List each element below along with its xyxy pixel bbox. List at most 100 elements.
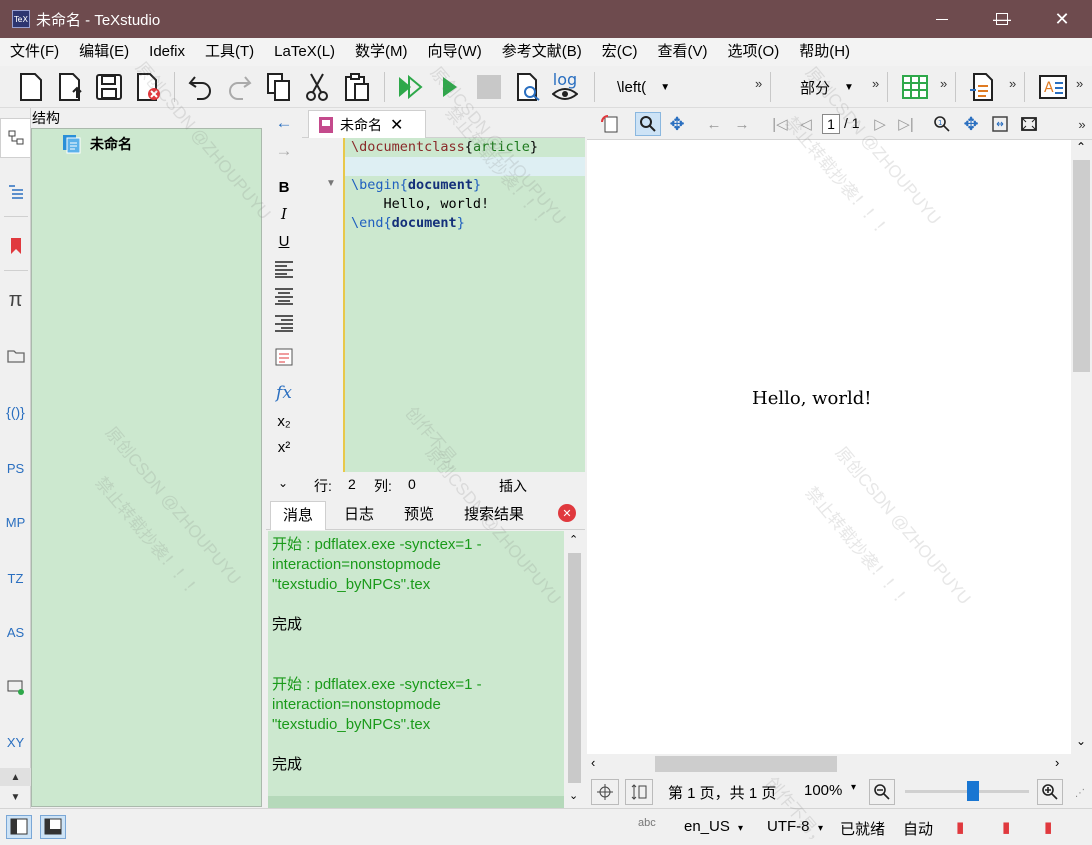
language-selector[interactable]: en_US <box>684 818 730 835</box>
bookmarks-panel-tab[interactable] <box>0 226 31 266</box>
scroll-down-icon[interactable]: ⌄ <box>1076 734 1086 748</box>
view-pdf-button[interactable] <box>512 70 546 104</box>
new-from-template-button[interactable] <box>54 70 88 104</box>
compile-button[interactable] <box>434 70 468 104</box>
asymptote-panel-tab[interactable]: AS <box>0 612 31 652</box>
bookmark-marker-icon[interactable]: ▮ <box>1044 818 1052 836</box>
bookmark-marker-icon[interactable]: ▮ <box>956 818 964 836</box>
forward-button[interactable]: → <box>266 138 302 164</box>
scroll-up-icon[interactable]: ⌃ <box>1076 140 1086 154</box>
close-button[interactable]: ✕ <box>1032 0 1092 38</box>
fullscreen-button[interactable] <box>1016 112 1042 136</box>
menu-options[interactable]: 选项(O) <box>718 38 790 66</box>
pdf-vertical-scrollbar[interactable]: ⌃ ⌄ <box>1071 140 1092 754</box>
back-button[interactable]: ← <box>266 110 302 136</box>
text-format-button[interactable]: A <box>1036 70 1070 104</box>
scroll-left-icon[interactable]: ‹ <box>591 755 595 770</box>
tab-preview[interactable]: 预览 <box>392 501 446 530</box>
toolbar-overflow-chevron[interactable]: » <box>755 76 762 91</box>
pdf-toolbar-overflow[interactable]: » <box>1069 112 1092 136</box>
new-file-button[interactable] <box>14 70 48 104</box>
dropdown-arrow-icon[interactable]: ▾ <box>738 823 743 834</box>
tab-log[interactable]: 日志 <box>332 501 386 530</box>
xypic-panel-tab[interactable]: XY <box>0 722 31 762</box>
pstricks-panel-tab[interactable]: PS <box>0 448 31 488</box>
fold-arrow-icon[interactable]: ▼ <box>326 178 336 189</box>
undo-button[interactable] <box>184 70 218 104</box>
dropdown-arrow-icon[interactable]: ▾ <box>818 823 823 834</box>
encoding-selector[interactable]: UTF-8 <box>767 818 810 835</box>
scroll-mode-button[interactable] <box>625 779 653 805</box>
close-panel-icon[interactable]: ✕ <box>558 504 576 522</box>
scrollbar-thumb[interactable] <box>1073 160 1090 372</box>
show-grid-button[interactable] <box>591 779 619 805</box>
underline-button[interactable]: U <box>266 228 302 254</box>
subscript-button[interactable]: x₂ <box>266 408 302 434</box>
close-file-button[interactable] <box>132 70 166 104</box>
math-mode-button[interactable]: fx <box>266 380 302 406</box>
align-center-button[interactable] <box>266 283 302 309</box>
maximize-button[interactable] <box>972 0 1032 38</box>
files-panel-tab[interactable] <box>0 336 31 376</box>
fit-width-button[interactable]: ✥ <box>958 112 984 136</box>
beamer-panel-tab[interactable] <box>0 668 31 708</box>
align-right-button[interactable] <box>266 310 302 336</box>
scrollbar-thumb[interactable] <box>655 756 837 772</box>
fit-page-button[interactable] <box>987 112 1013 136</box>
messages-scrollbar[interactable]: ⌃ ⌄ <box>564 531 585 808</box>
bookmark-marker-icon[interactable]: ▮ <box>1002 818 1010 836</box>
toggle-left-panel-button[interactable] <box>6 815 32 839</box>
resize-grip-icon[interactable]: ⋰ <box>1075 788 1085 799</box>
tab-messages[interactable]: 消息 <box>270 501 327 530</box>
new-line-button[interactable] <box>266 344 302 370</box>
menu-latex[interactable]: LaTeX(L) <box>264 38 345 66</box>
code-editor[interactable]: \documentclass{article} \begin{document}… <box>343 138 585 472</box>
menu-idefix[interactable]: Idefix <box>139 38 195 66</box>
pdf-page[interactable]: Hello, world! <box>587 140 1071 754</box>
tikz-panel-tab[interactable]: TZ <box>0 558 31 598</box>
zoom-slider-thumb[interactable] <box>967 781 980 801</box>
menu-file[interactable]: 文件(F) <box>0 38 69 66</box>
zoom-in-button[interactable] <box>1037 779 1063 805</box>
minimize-button[interactable] <box>912 0 972 38</box>
zoom-dropdown-icon[interactable]: ▾ <box>851 782 856 793</box>
insert-document-button[interactable] <box>965 70 999 104</box>
paste-button[interactable] <box>340 70 374 104</box>
pdf-horizontal-scrollbar[interactable]: ‹ › <box>587 754 1071 774</box>
next-page-button[interactable]: ▷ <box>867 112 893 136</box>
scroll-up-icon[interactable]: ⌃ <box>569 533 578 546</box>
zoom-actual-button[interactable]: 1 <box>929 112 955 136</box>
toolbar-overflow-chevron[interactable]: » <box>1076 76 1083 91</box>
stop-compile-button[interactable] <box>472 70 506 104</box>
menu-tools[interactable]: 工具(T) <box>195 38 264 66</box>
first-page-button[interactable]: |◁ <box>767 112 793 136</box>
close-tab-icon[interactable]: ✕ <box>390 115 403 135</box>
menu-math[interactable]: 数学(M) <box>345 38 418 66</box>
menu-bibliography[interactable]: 参考文献(B) <box>492 38 592 66</box>
menu-help[interactable]: 帮助(H) <box>789 38 860 66</box>
build-view-button[interactable] <box>394 70 428 104</box>
braces-panel-tab[interactable]: {()} <box>0 392 31 432</box>
scroll-down-button[interactable]: ▼ <box>0 788 31 806</box>
last-page-button[interactable]: ▷| <box>893 112 919 136</box>
structure-root-node[interactable]: 未命名 <box>62 134 132 154</box>
scroll-down-icon[interactable]: ⌄ <box>569 789 578 802</box>
menu-macros[interactable]: 宏(C) <box>592 38 648 66</box>
scrollbar-thumb[interactable] <box>568 553 581 783</box>
align-left-button[interactable] <box>266 256 302 282</box>
zoom-level[interactable]: 100% <box>804 782 842 799</box>
bold-button[interactable]: B <box>266 174 302 200</box>
pdf-back-button[interactable]: ← <box>701 112 727 136</box>
pdf-forward-button[interactable]: → <box>729 112 755 136</box>
zoom-out-button[interactable] <box>869 779 895 805</box>
cut-button[interactable] <box>300 70 334 104</box>
tab-search-results[interactable]: 搜索结果 <box>452 501 536 530</box>
toolbar-overflow-chevron[interactable]: » <box>872 76 879 91</box>
menu-wizards[interactable]: 向导(W) <box>418 38 492 66</box>
page-number-input[interactable]: 1 <box>822 114 840 134</box>
previous-page-button[interactable]: ◁ <box>793 112 819 136</box>
redo-button[interactable] <box>222 70 256 104</box>
symbols-panel-tab[interactable]: π <box>0 280 31 320</box>
collapse-chevron-icon[interactable]: ⌄ <box>278 476 288 490</box>
menu-view[interactable]: 查看(V) <box>648 38 718 66</box>
